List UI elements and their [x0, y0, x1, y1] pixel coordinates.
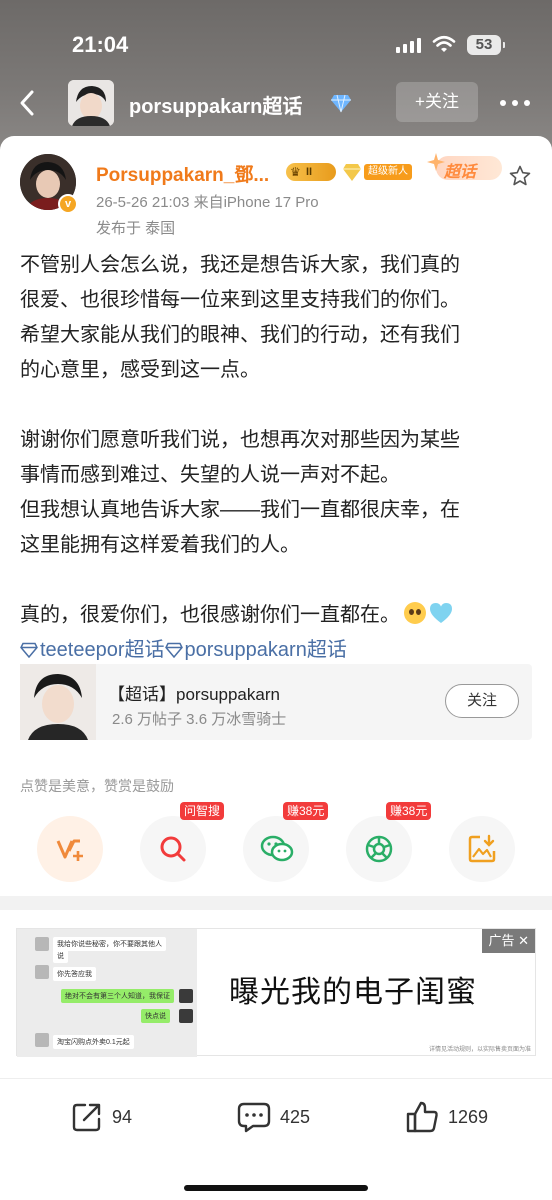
topic-link-teeteepor[interactable]: teeteepor超话	[40, 639, 165, 661]
ad-chat-bubble: 绝对不会有第三个人知道，我保证	[61, 989, 174, 1003]
wechat-earn-tag: 赚38元	[283, 802, 329, 820]
post-meta: 26-5-26 21:03 来自iPhone 17 Pro	[96, 194, 319, 211]
comment-icon	[237, 1102, 271, 1133]
cellular-signal-icon	[396, 38, 421, 53]
supertopic-follow-button[interactable]: 关注	[445, 684, 519, 718]
topic-diamond-icon	[164, 642, 183, 658]
battery-indicator: 53	[467, 35, 505, 55]
follow-supertopic-button[interactable]: +关注	[396, 82, 478, 122]
post-content: 不管别人会怎么说，我还是想告诉大家，我们真的 很爱、也很珍惜每一位来到这里支持我…	[20, 248, 536, 668]
verified-badge-icon: v	[58, 194, 78, 214]
status-time: 21:04	[72, 32, 129, 57]
ad-chat-image: 我给你说些秘密，你不要跟其他人 说 你先答应我 绝对不会有第三个人知道，我保证 …	[17, 929, 197, 1057]
ad-chat-bubble: 淘宝闪购点外卖0.1元起	[53, 1035, 134, 1049]
ad-footnote: 详情见活动规则，以实际售卖页面为准	[428, 1047, 531, 1053]
wechat-share-button[interactable]: 赚38元	[243, 802, 329, 882]
ad-chat-bubble: 快点说	[141, 1009, 170, 1023]
header-background	[0, 0, 552, 150]
reward-tip: 点赞是美意，赞赏是鼓励	[20, 778, 174, 794]
topic-link-porsuppakarn[interactable]: porsuppakarn超话	[185, 639, 347, 661]
ad-headline: 曝光我的电子闺蜜	[229, 975, 477, 1010]
share-icon	[72, 1103, 101, 1132]
supertopic-thumbnail	[20, 664, 96, 740]
post-line: 希望大家能从我们的眼神、我们的行动，还有我们	[20, 324, 460, 346]
author-username[interactable]: Porsuppakarn_鄧...	[96, 160, 269, 187]
topic-diamond-icon	[20, 642, 38, 658]
post-line: 不管别人会怎么说，我还是想告诉大家，我们真的	[20, 254, 460, 276]
post-line: 很爱、也很珍惜每一位来到这里支持我们的你们。	[20, 289, 460, 311]
pleading-face-emoji-icon	[404, 602, 426, 624]
ad-chat-bubble: 你先答应我	[53, 967, 96, 981]
post-line: 真的，很爱你们，也很感谢你们一直都在。	[20, 604, 400, 626]
search-icon	[160, 836, 186, 862]
ad-chat-bubble: 说	[53, 949, 68, 963]
super-newbie-badge[interactable]: 超级新人	[364, 164, 412, 180]
post-card: v Porsuppakarn_鄧... II 超级新人 超话 26-5-26 2…	[0, 136, 552, 896]
back-icon[interactable]	[14, 88, 42, 118]
ad-content[interactable]: 我给你说些秘密，你不要跟其他人 说 你先答应我 绝对不会有第三个人知道，我保证 …	[16, 928, 536, 1057]
status-bar: 21:04 53	[0, 28, 552, 62]
supertopic-card-stats: 2.6 万帖子 3.6 万冰雪骑士	[112, 711, 287, 728]
supertopic-card[interactable]: 【超话】porsuppakarn 2.6 万帖子 3.6 万冰雪骑士 关注	[20, 664, 532, 740]
comment-button[interactable]: 425	[236, 1097, 310, 1137]
moments-icon	[365, 835, 393, 863]
favorite-star-icon[interactable]	[508, 164, 532, 188]
home-indicator	[184, 1185, 368, 1191]
navigation-bar: porsuppakarn超话 +关注	[0, 80, 552, 126]
topic-links: teeteepor超话 porsuppakarn超话	[20, 633, 536, 668]
share-count: 94	[112, 1106, 133, 1127]
thumbs-up-icon	[406, 1101, 438, 1133]
post-last-line: 真的，很爱你们，也很感谢你们一直都在。	[20, 598, 536, 633]
more-icon[interactable]	[500, 100, 530, 106]
comment-count: 425	[280, 1106, 311, 1127]
post-line: 事情而感到难过、失望的人说一声对不起。	[20, 464, 400, 486]
post-line: 但我想认真地告诉大家——我们一直都很庆幸，在	[20, 499, 460, 521]
save-image-button[interactable]	[449, 816, 515, 882]
supertopic-card-title: 【超话】porsuppakarn	[108, 685, 280, 704]
share-button[interactable]: 94	[70, 1097, 132, 1137]
moments-earn-tag: 赚38元	[386, 802, 432, 820]
post-line: 谢谢你们愿意听我们说，也想再次对那些因为某些	[20, 429, 460, 451]
supertopic-badge[interactable]: 超话	[426, 152, 504, 182]
like-button[interactable]: 1269	[404, 1097, 488, 1137]
supertopic-avatar[interactable]	[68, 80, 114, 126]
post-line: 这里能拥有这样爱着我们的人。	[20, 534, 300, 556]
ask-search-tag: 问智搜	[180, 802, 225, 820]
diamond-icon	[331, 94, 351, 113]
member-level-badge[interactable]: II	[286, 163, 336, 181]
post-line: 的心意里，感受到这一点。	[20, 359, 260, 381]
reward-actions: 问智搜 赚38元 赚38元	[0, 802, 552, 886]
ask-search-button[interactable]: 问智搜	[140, 802, 225, 882]
section-divider	[0, 896, 552, 910]
supertopic-title: porsuppakarn超话	[129, 96, 303, 118]
sparkle-icon	[427, 153, 445, 171]
moments-share-button[interactable]: 赚38元	[346, 802, 432, 882]
wechat-icon	[260, 835, 294, 862]
gem-badge-icon[interactable]	[342, 161, 362, 183]
light-blue-heart-emoji-icon	[430, 603, 452, 623]
ad-banner[interactable]: 我给你说些秘密，你不要跟其他人 说 你先答应我 绝对不会有第三个人知道，我保证 …	[0, 910, 552, 1078]
like-count: 1269	[448, 1106, 489, 1127]
vplus-reward-button[interactable]	[37, 816, 103, 882]
image-download-icon	[468, 834, 496, 863]
post-location: 发布于 泰国	[96, 220, 176, 237]
ad-chat-bubble: 我给你说些秘密，你不要跟其他人	[53, 937, 166, 951]
wifi-icon	[432, 35, 456, 52]
ad-close-button[interactable]: 广告 ✕	[482, 929, 535, 953]
vplus-icon	[56, 839, 83, 861]
bottom-action-bar: 94 425 1269	[0, 1078, 552, 1200]
